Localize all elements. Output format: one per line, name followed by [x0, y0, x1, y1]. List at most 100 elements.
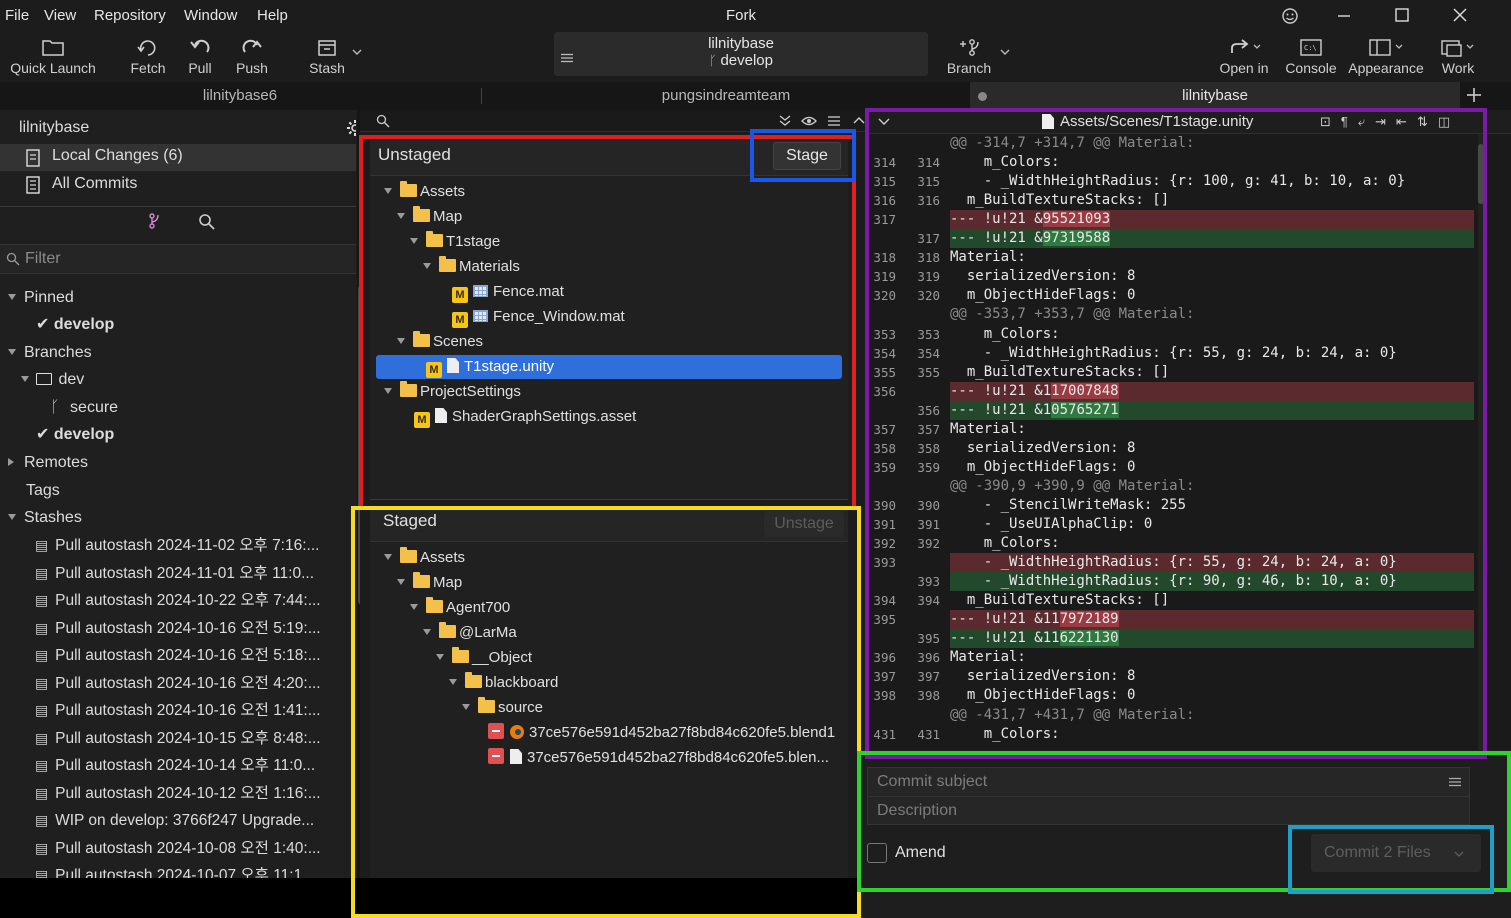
diff-line[interactable]: 395 --- !u!21 &116221130: [866, 629, 1474, 649]
tab-pungsindreamteam[interactable]: pungsindreamteam: [482, 82, 970, 110]
tree-folder-assets[interactable]: Assets: [384, 180, 465, 204]
diff-line[interactable]: 355 355 m_BuildTextureStacks: []: [866, 363, 1474, 382]
diff-line[interactable]: 397 397 serializedVersion: 8: [866, 667, 1474, 686]
repo-selector[interactable]: lilnitybase ᚴ develop: [554, 32, 928, 76]
tree-folder-blackboard[interactable]: blackboard: [449, 671, 558, 695]
tree-folder-assets[interactable]: Assets: [384, 546, 465, 570]
diff-line[interactable]: 393 - _WidthHeightRadius: {r: 90, g: 46,…: [866, 572, 1474, 592]
dev-folder-item[interactable]: dev: [21, 367, 84, 393]
commit-button[interactable]: Commit 2 Files: [1311, 834, 1481, 872]
diff-line[interactable]: 316 316 m_BuildTextureStacks: []: [866, 191, 1474, 210]
tree-folder-t1stage[interactable]: T1stage: [410, 230, 500, 254]
branches-develop-item[interactable]: ✔ develop: [36, 422, 114, 448]
stash-dropdown-icon[interactable]: [352, 48, 362, 56]
stash-item[interactable]: ▤ Pull autostash 2024-10-22 오후 7:44:...: [35, 587, 321, 613]
pinned-develop-item[interactable]: ✔ develop: [36, 312, 114, 338]
tree-folder-scenes[interactable]: Scenes: [397, 330, 483, 354]
stage-button[interactable]: Stage: [773, 142, 841, 170]
stash-item[interactable]: ▤ Pull autostash 2024-10-16 오전 1:41:...: [35, 697, 321, 723]
stash-item[interactable]: ▤ Pull autostash 2024-10-16 오전 5:18:...: [35, 642, 321, 668]
stash-button[interactable]: Stash: [306, 36, 348, 76]
fetch-button[interactable]: Fetch: [126, 36, 170, 76]
all-commits-item[interactable]: All Commits: [0, 172, 356, 199]
pinned-section[interactable]: Pinned: [8, 285, 74, 311]
tree-folder-map[interactable]: Map: [397, 205, 462, 229]
diff-line[interactable]: @@ -431,7 +431,7 @@ Material:: [866, 706, 1474, 725]
tree-file-blend[interactable]: 37ce576e591d452ba27f8bd84c620fe5.blen...: [488, 746, 829, 770]
tab-lilnitybase6[interactable]: lilnitybase6: [0, 82, 480, 110]
collapse-all-icon[interactable]: [778, 115, 792, 127]
search-icon[interactable]: [198, 213, 216, 231]
tree-file-fence-mat[interactable]: M Fence.mat: [452, 280, 564, 304]
gear-icon[interactable]: [346, 119, 356, 137]
stash-item[interactable]: ▤ Pull autostash 2024-10-12 오전 1:16:...: [35, 780, 321, 806]
stash-item[interactable]: ▤ WIP on develop: 3766f247 Upgrade...: [35, 807, 314, 833]
secure-branch-item[interactable]: ᚴ secure: [50, 395, 118, 421]
remotes-section[interactable]: Remotes: [8, 450, 88, 476]
work-button[interactable]: Work: [1434, 36, 1482, 76]
minimize-icon[interactable]: [1334, 6, 1356, 28]
tree-folder-source[interactable]: source: [462, 696, 543, 720]
diff-line[interactable]: 319 319 serializedVersion: 8: [866, 267, 1474, 286]
branch-button[interactable]: Branch: [946, 36, 992, 76]
chevron-down-icon[interactable]: [878, 117, 890, 127]
add-tab-icon[interactable]: [1465, 86, 1483, 104]
diff-line[interactable]: 398 398 m_ObjectHideFlags: 0: [866, 686, 1474, 705]
unstage-button[interactable]: Unstage: [764, 511, 844, 537]
tree-folder-larma[interactable]: @LarMa: [423, 621, 517, 645]
commit-subject-input[interactable]: Commit subject: [867, 767, 1470, 797]
diff-line[interactable]: 391 391 - _UseUIAlphaClip: 0: [866, 515, 1474, 534]
diff-line[interactable]: 357 357 Material:: [866, 420, 1474, 439]
diff-line[interactable]: 356 --- !u!21 &105765271: [866, 400, 1474, 420]
diff-scrollbar[interactable]: [1478, 134, 1484, 750]
tree-file-t1stage-unity[interactable]: M T1stage.unity: [376, 355, 842, 379]
tree-folder-materials[interactable]: Materials: [423, 255, 520, 279]
diff-line[interactable]: 359 359 m_ObjectHideFlags: 0: [866, 458, 1474, 477]
diff-line[interactable]: 393 - _WidthHeightRadius: {r: 55, g: 24,…: [866, 553, 1474, 573]
stash-item[interactable]: ▤ Pull autostash 2024-11-01 오후 11:0...: [35, 560, 314, 586]
diff-line[interactable]: 320 320 m_ObjectHideFlags: 0: [866, 286, 1474, 305]
diff-line[interactable]: 354 354 - _WidthHeightRadius: {r: 55, g: …: [866, 344, 1474, 363]
tags-section[interactable]: Tags: [26, 478, 60, 504]
eye-icon[interactable]: [801, 114, 817, 128]
stash-item[interactable]: ▤ Pull autostash 2024-10-14 오후 11:0...: [35, 752, 315, 778]
stash-item[interactable]: ▤ Pull autostash 2024-10-15 오후 8:48:...: [35, 725, 321, 751]
diff-toolbar-icons[interactable]: ⊡¶⤶⇥⇤⇅◫: [1320, 114, 1460, 130]
amend-checkbox[interactable]: [867, 843, 887, 863]
diff-line[interactable]: 390 390 - _StencilWriteMask: 255: [866, 496, 1474, 515]
quick-launch-button[interactable]: Quick Launch: [8, 36, 98, 76]
diff-line[interactable]: 394 394 m_BuildTextureStacks: []: [866, 591, 1474, 610]
chevron-down-icon[interactable]: [1454, 850, 1464, 858]
diff-line[interactable]: 314 314 m_Colors:: [866, 153, 1474, 172]
stash-item[interactable]: ▤ Pull autostash 2024-11-02 오후 7:16:...: [35, 532, 319, 558]
close-icon[interactable]: [1450, 6, 1472, 28]
tree-file-fence-window-mat[interactable]: M Fence_Window.mat: [452, 305, 625, 329]
tree-file-blend1[interactable]: 37ce576e591d452ba27f8bd84c620fe5.blend1: [488, 721, 835, 745]
diff-line[interactable]: 396 396 Material:: [866, 648, 1474, 667]
console-button[interactable]: C:\ Console: [1284, 36, 1338, 76]
tree-folder-agent700[interactable]: Agent700: [410, 596, 510, 620]
diff-line[interactable]: 395 --- !u!21 &117972189: [866, 610, 1474, 630]
diff-scroll-thumb[interactable]: [1478, 144, 1484, 204]
chevron-up-icon[interactable]: [853, 115, 865, 125]
diff-line[interactable]: 431 431 m_Colors:: [866, 725, 1474, 744]
tree-folder-object[interactable]: __Object: [436, 646, 532, 670]
diff-line[interactable]: 315 315 - _WidthHeightRadius: {r: 100, g:…: [866, 172, 1474, 191]
tree-file-shadergraphsettings[interactable]: M ShaderGraphSettings.asset: [414, 405, 636, 429]
open-in-button[interactable]: Open in: [1214, 36, 1274, 76]
stashes-section[interactable]: Stashes: [8, 505, 82, 531]
commit-template-icon[interactable]: [1448, 777, 1462, 787]
search-icon[interactable]: [376, 114, 390, 128]
stash-item[interactable]: ▤ Pull autostash 2024-10-16 오전 4:20:...: [35, 670, 321, 696]
push-button[interactable]: Push: [232, 36, 272, 76]
tree-folder-map[interactable]: Map: [397, 571, 462, 595]
branch-filter-icon[interactable]: [147, 212, 163, 230]
list-view-icon[interactable]: [827, 115, 841, 127]
diff-line[interactable]: 353 353 m_Colors:: [866, 325, 1474, 344]
diff-line[interactable]: @@ -314,7 +314,7 @@ Material:: [866, 134, 1474, 153]
diff-line[interactable]: @@ -390,9 +390,9 @@ Material:: [866, 477, 1474, 496]
filter-field[interactable]: Filter: [0, 244, 356, 274]
diff-line[interactable]: @@ -353,7 +353,7 @@ Material:: [866, 305, 1474, 324]
diff-line[interactable]: 317 --- !u!21 &95521093: [866, 210, 1474, 230]
local-changes-item[interactable]: Local Changes (6): [0, 144, 356, 171]
